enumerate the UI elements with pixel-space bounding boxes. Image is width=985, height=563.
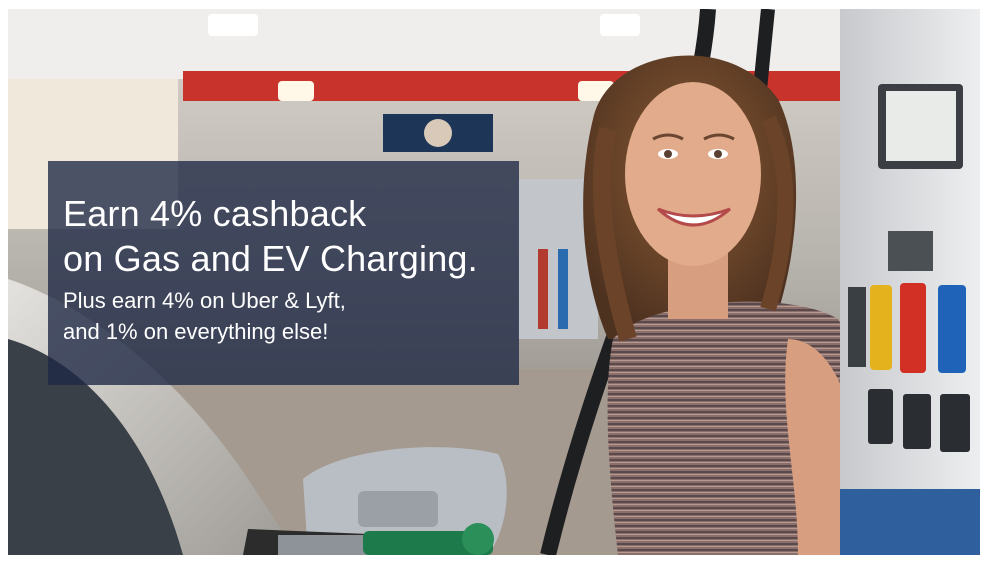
subline-line-1: Plus earn 4% on Uber & Lyft,: [63, 288, 346, 313]
headline-line-1: Earn 4% cashback: [63, 193, 367, 234]
smiling-face: [625, 82, 761, 266]
promo-overlay: Earn 4% cashback on Gas and EV Charging.…: [48, 161, 519, 385]
subline-text: Plus earn 4% on Uber & Lyft, and 1% on e…: [63, 285, 519, 347]
headline-line-2: on Gas and EV Charging.: [63, 238, 478, 279]
subline-line-2: and 1% on everything else!: [63, 319, 329, 344]
hero-banner: Earn 4% cashback on Gas and EV Charging.…: [8, 9, 980, 555]
